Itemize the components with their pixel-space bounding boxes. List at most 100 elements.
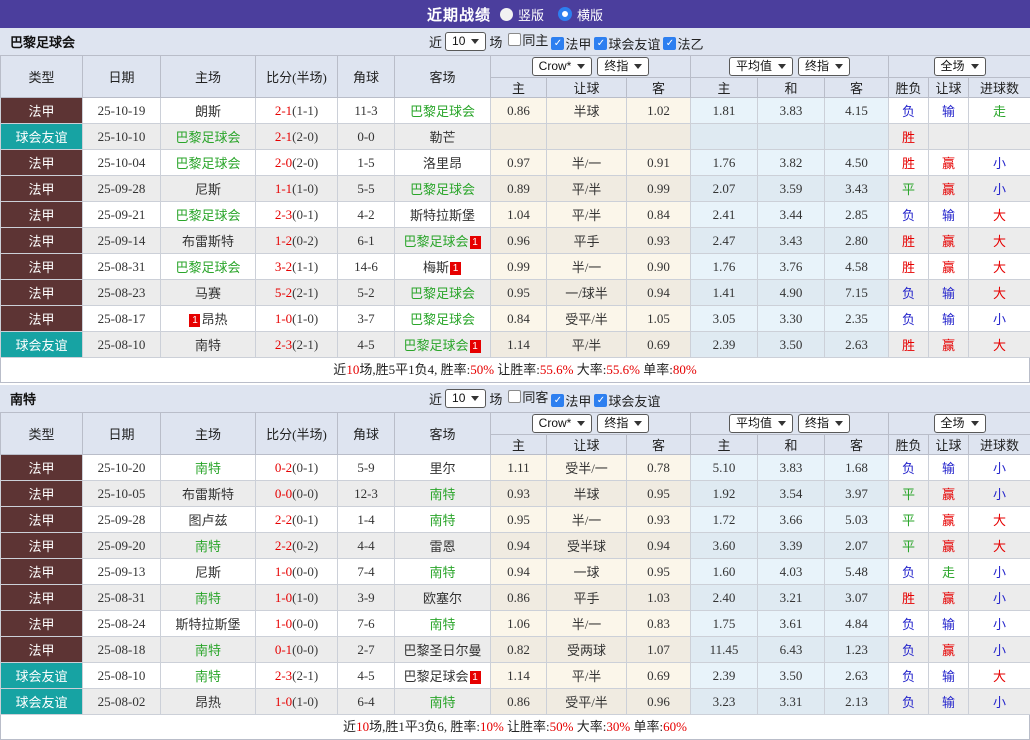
result-wdl: 负 xyxy=(889,637,929,663)
avg-away-odds: 2.85 xyxy=(825,202,889,228)
result-goals: 小 xyxy=(969,306,1030,332)
scope-select[interactable]: 全场 xyxy=(934,414,986,433)
handicap-away-odds: 0.95 xyxy=(627,559,691,585)
result-goals: 小 xyxy=(969,481,1030,507)
match-date: 25-10-19 xyxy=(83,98,161,124)
col-handicap-home: 主 xyxy=(491,78,547,98)
team-section: 南特 近 10 场 同客✓法甲✓球会友谊 类型 日期 xyxy=(0,385,1030,740)
match-count-select[interactable]: 10 xyxy=(445,32,486,51)
home-team: 南特 xyxy=(161,332,256,358)
filter-checkbox[interactable]: ✓ xyxy=(594,37,607,50)
result-wdl: 负 xyxy=(889,559,929,585)
halftime-score: (0-0) xyxy=(292,486,318,501)
handicap-home-odds: 0.89 xyxy=(491,176,547,202)
team-label: 巴黎足球会 xyxy=(410,286,475,301)
handicap-line: 半/一 xyxy=(547,254,627,280)
result-handicap: 赢 xyxy=(929,332,969,358)
filter-group: 近 10 场 同主✓法甲✓球会友谊✓法乙 xyxy=(426,28,703,55)
filter-item: ✓法甲 xyxy=(551,34,591,53)
filter-group: 近 10 场 同客✓法甲✓球会友谊 xyxy=(426,385,660,412)
vertical-layout-option[interactable]: 竖版 xyxy=(500,5,544,24)
filter-checkbox[interactable]: ✓ xyxy=(551,394,564,407)
away-team: 巴黎圣日尔曼 xyxy=(395,637,491,663)
away-team: 南特 xyxy=(395,611,491,637)
match-type: 法甲 xyxy=(1,202,83,228)
filter-checkbox[interactable]: ✓ xyxy=(594,394,607,407)
corner-count: 1-5 xyxy=(338,150,395,176)
bookmaker-select[interactable]: Crow* xyxy=(532,414,593,433)
home-team: 布雷斯特 xyxy=(161,481,256,507)
handicap-home-odds: 0.82 xyxy=(491,637,547,663)
avg-draw-odds: 3.82 xyxy=(758,150,825,176)
sections-container: 巴黎足球会 近 10 场 同主✓法甲✓球会友谊✓法乙 类型 xyxy=(0,28,1030,740)
filter-checkbox[interactable]: ✓ xyxy=(663,37,676,50)
average-select[interactable]: 平均值 xyxy=(729,414,793,433)
avg-away-odds: 3.97 xyxy=(825,481,889,507)
horizontal-radio-icon[interactable] xyxy=(558,7,572,21)
avg-away-odds: 2.63 xyxy=(825,663,889,689)
handicap-away-odds: 0.94 xyxy=(627,533,691,559)
summary-segment: 大率: xyxy=(574,719,607,734)
match-date: 25-10-04 xyxy=(83,150,161,176)
chevron-down-icon xyxy=(577,421,585,426)
filter-checkbox[interactable] xyxy=(508,33,521,46)
handicap-home-odds: 0.99 xyxy=(491,254,547,280)
filter-item: ✓球会友谊 xyxy=(594,34,660,53)
result-goals: 大 xyxy=(969,663,1030,689)
match-score: 1-2(0-2) xyxy=(256,228,338,254)
avg-home-odds: 1.92 xyxy=(691,481,758,507)
avg-home-odds: 1.76 xyxy=(691,254,758,280)
result-wdl: 胜 xyxy=(889,254,929,280)
odds-final-select[interactable]: 终指 xyxy=(597,414,649,433)
average-final-select[interactable]: 终指 xyxy=(798,414,850,433)
team-label: 巴黎足球会 xyxy=(175,130,240,145)
avg-home-odds: 1.75 xyxy=(691,611,758,637)
match-score: 3-2(1-1) xyxy=(256,254,338,280)
match-date: 25-09-14 xyxy=(83,228,161,254)
result-handicap: 输 xyxy=(929,98,969,124)
handicap-away-odds: 0.94 xyxy=(627,280,691,306)
team-label: 朗斯 xyxy=(195,104,221,119)
avg-draw-odds: 3.44 xyxy=(758,202,825,228)
home-team: 南特 xyxy=(161,637,256,663)
fulltime-score: 0-1 xyxy=(275,642,292,657)
filter-checkbox[interactable]: ✓ xyxy=(551,37,564,50)
away-team: 梅斯1 xyxy=(395,254,491,280)
result-handicap: 赢 xyxy=(929,254,969,280)
scope-group-header: 全场 xyxy=(889,56,1030,78)
average-final-select[interactable]: 终指 xyxy=(798,57,850,76)
match-score: 2-1(1-1) xyxy=(256,98,338,124)
vertical-radio-icon[interactable] xyxy=(500,8,513,21)
handicap-away-odds: 0.99 xyxy=(627,176,691,202)
handicap-home-odds: 1.06 xyxy=(491,611,547,637)
match-date: 25-08-31 xyxy=(83,585,161,611)
filter-checkbox[interactable] xyxy=(508,390,521,403)
corner-count: 4-4 xyxy=(338,533,395,559)
match-date: 25-09-21 xyxy=(83,202,161,228)
bookmaker-select[interactable]: Crow* xyxy=(532,57,593,76)
col-home: 主场 xyxy=(161,56,256,98)
summary-segment: 10% xyxy=(480,719,504,734)
handicap-home-odds: 0.94 xyxy=(491,533,547,559)
col-avg-home: 主 xyxy=(691,78,758,98)
avg-away-odds: 3.07 xyxy=(825,585,889,611)
corner-count: 1-4 xyxy=(338,507,395,533)
avg-home-odds: 1.72 xyxy=(691,507,758,533)
avg-home-odds: 1.41 xyxy=(691,280,758,306)
chevron-down-icon xyxy=(577,64,585,69)
horizontal-layout-option[interactable]: 横版 xyxy=(558,5,603,24)
handicap-away-odds: 0.83 xyxy=(627,611,691,637)
corner-count: 7-4 xyxy=(338,559,395,585)
handicap-away-odds: 0.95 xyxy=(627,481,691,507)
col-corner: 角球 xyxy=(338,56,395,98)
avg-draw-odds: 3.61 xyxy=(758,611,825,637)
filter-label: 球会友谊 xyxy=(608,34,660,53)
average-select[interactable]: 平均值 xyxy=(729,57,793,76)
result-goals: 走 xyxy=(969,98,1030,124)
handicap-line: 受两球 xyxy=(547,637,627,663)
red-card-badge: 1 xyxy=(470,671,481,684)
match-count-select[interactable]: 10 xyxy=(445,389,486,408)
odds-group-header: Crow* 终指 xyxy=(491,413,691,435)
odds-final-select[interactable]: 终指 xyxy=(597,57,649,76)
scope-select[interactable]: 全场 xyxy=(934,57,986,76)
